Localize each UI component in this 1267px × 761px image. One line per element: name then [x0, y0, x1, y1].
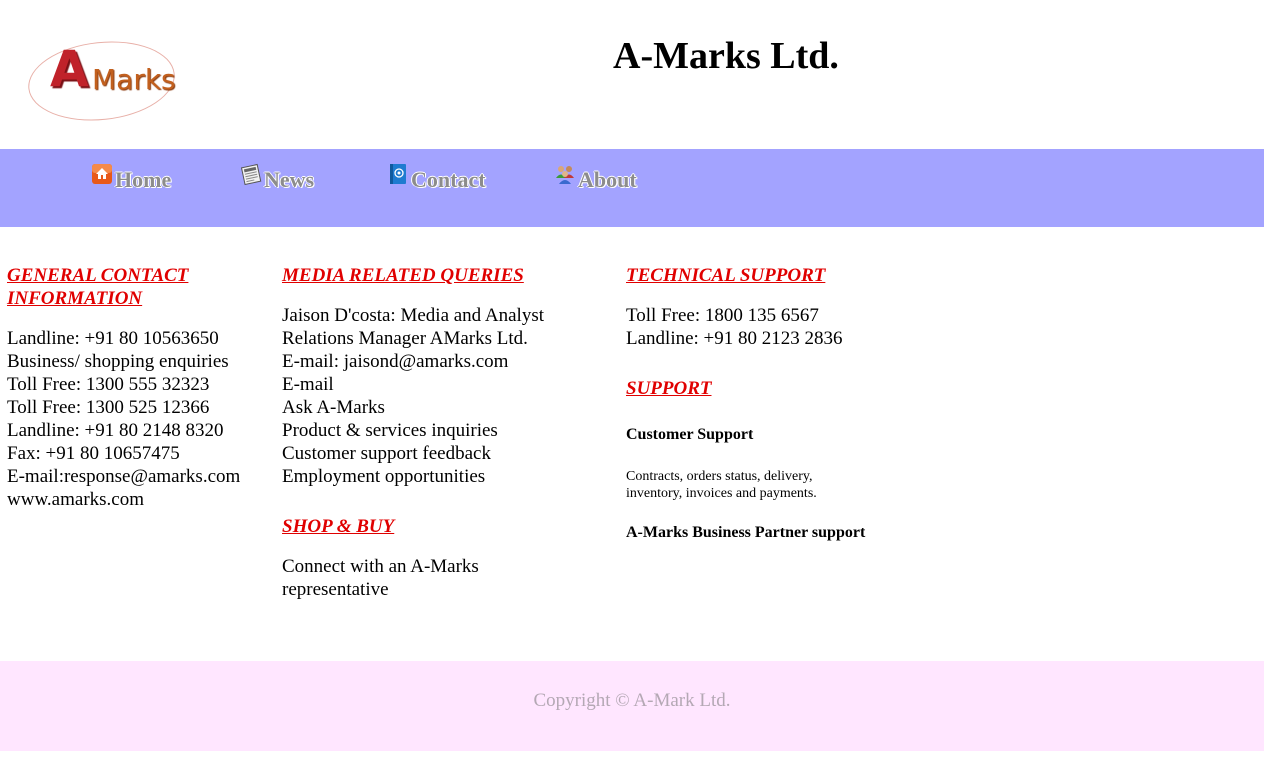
nav-about-label: About [578, 167, 637, 192]
contact-line: Fax: +91 80 10657475 [7, 443, 180, 464]
media-contact-intro: Jaison D'costa: Media and Analyst Relati… [282, 305, 544, 349]
contact-line: Toll Free: 1300 555 32323 [7, 374, 210, 395]
home-icon [91, 163, 113, 185]
tech-line: Landline: +91 80 2123 2836 [626, 328, 843, 349]
contact-website: www.amarks.com [7, 489, 145, 510]
general-contact-heading[interactable]: GENERAL CONTACT INFORMATION [7, 265, 188, 309]
contact-line: Toll Free: 1300 525 12366 [7, 397, 210, 418]
tech-line: Toll Free: 1800 135 6567 [626, 305, 819, 326]
media-lines: Jaison D'costa: Media and Analyst Relati… [282, 304, 582, 488]
support-heading[interactable]: SUPPORT [626, 378, 712, 399]
newspaper-icon [240, 163, 262, 186]
shop-heading[interactable]: SHOP & BUY [282, 516, 394, 537]
nav-contact-label: Contact [411, 167, 486, 192]
contact-line: Landline: +91 80 2148 8320 [7, 420, 224, 441]
general-contact-lines: Landline: +91 80 10563650 Business/ shop… [7, 327, 267, 511]
media-line: Employment opportunities [282, 466, 486, 487]
header: A Marks A-Marks Ltd. [0, 0, 1267, 149]
general-contact-section: GENERAL CONTACT INFORMATION Landline: +9… [7, 264, 267, 511]
nav-contact[interactable]: Contact [387, 164, 486, 192]
nav-home-label: Home [115, 167, 172, 192]
technical-support-lines: Toll Free: 1800 135 6567 Landline: +91 8… [626, 304, 926, 350]
customer-support-text: Contracts, orders status, delivery, inve… [626, 469, 817, 501]
partner-support-title: A-Marks Business Partner support [626, 524, 866, 541]
footer: Copyright © A-Mark Ltd. [0, 661, 1264, 751]
contact-email: E-mail:response@amarks.com [7, 466, 241, 487]
media-line: Ask A-Marks [282, 397, 385, 418]
media-line: Customer support feedback [282, 443, 491, 464]
media-email: E-mail: jaisond@amarks.com [282, 351, 509, 372]
shop-lines: Connect with an A-Marks representative [282, 555, 582, 601]
shop-section: SHOP & BUY Connect with an A-Marks repre… [282, 515, 582, 601]
people-icon [554, 163, 576, 185]
technical-support-section: TECHNICAL SUPPORT Toll Free: 1800 135 65… [626, 264, 926, 543]
nav-news[interactable]: News [240, 163, 315, 192]
nav-home[interactable]: Home [91, 164, 172, 192]
contact-line: Landline: +91 80 10563650 [7, 328, 219, 349]
shop-text: Connect with an A-Marks representative [282, 556, 479, 600]
copyright-text: Copyright © A-Mark Ltd. [533, 690, 731, 711]
main-nav: Home News Contact About [0, 149, 1264, 227]
media-line: Product & services inquiries [282, 420, 498, 441]
nav-about[interactable]: About [554, 166, 637, 192]
media-line: E-mail [282, 374, 334, 395]
nav-news-label: News [264, 167, 315, 192]
contact-content: GENERAL CONTACT INFORMATION Landline: +9… [0, 264, 1264, 644]
support-section: SUPPORT Customer Support Contracts, orde… [626, 377, 926, 543]
technical-support-heading[interactable]: TECHNICAL SUPPORT [626, 265, 825, 286]
customer-support-title: Customer Support [626, 426, 754, 443]
media-section: MEDIA RELATED QUERIES Jaison D'costa: Me… [282, 264, 582, 601]
address-book-icon [387, 163, 409, 185]
contact-line: Business/ shopping enquiries [7, 351, 229, 372]
site-title: A-Marks Ltd. [613, 35, 839, 77]
media-heading[interactable]: MEDIA RELATED QUERIES [282, 265, 524, 286]
